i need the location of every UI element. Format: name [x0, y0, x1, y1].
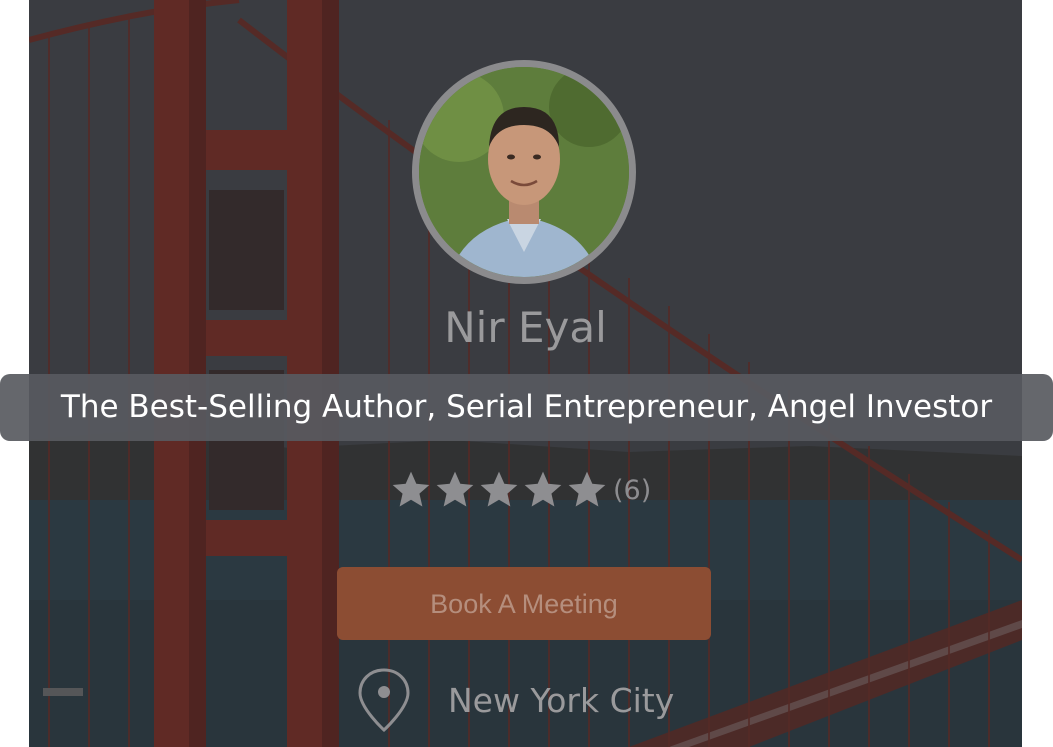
tagline-tooltip: The Best-Selling Author, Serial Entrepre… — [0, 374, 1053, 441]
location-label: New York City — [448, 680, 675, 720]
profile-name: Nir Eyal — [444, 303, 607, 352]
star-icon — [436, 471, 474, 507]
book-meeting-button[interactable]: Book A Meeting — [337, 567, 711, 640]
star-icon — [568, 471, 606, 507]
profile-avatar — [412, 60, 636, 284]
star-icon — [524, 471, 562, 507]
star-icon — [392, 471, 430, 507]
rating: (6) — [389, 466, 651, 514]
star-icon — [480, 471, 518, 507]
map-pin-icon — [358, 668, 410, 733]
location: New York City — [356, 664, 674, 736]
rating-count[interactable]: (6) — [613, 475, 651, 506]
